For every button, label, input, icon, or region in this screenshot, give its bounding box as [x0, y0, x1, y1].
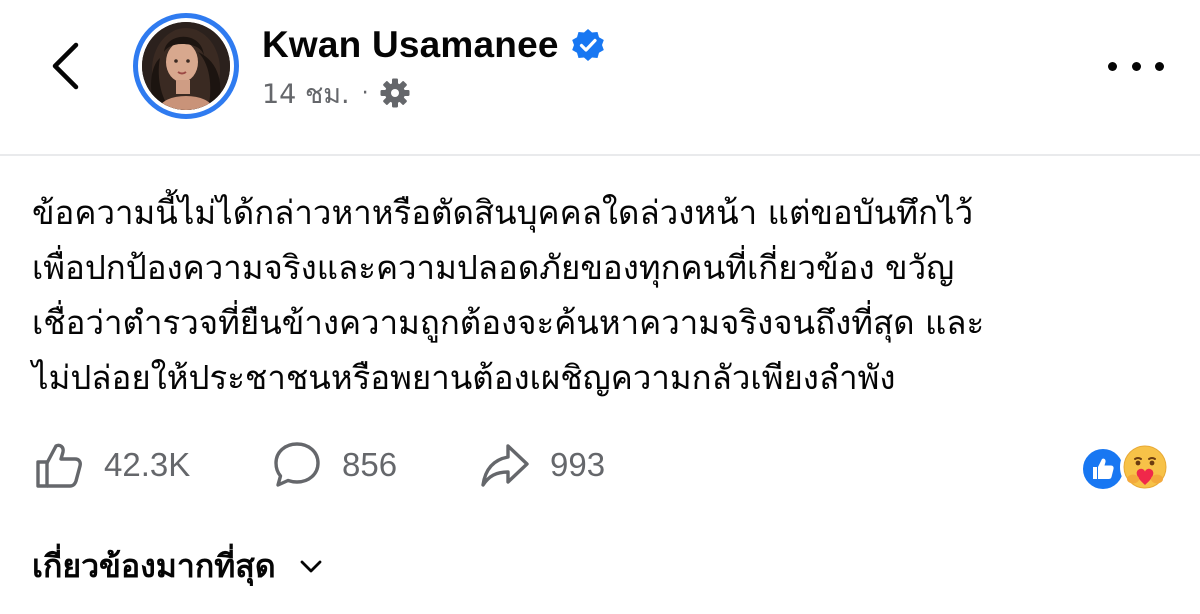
author-row: Kwan Usamanee [262, 20, 605, 70]
share-count: 993 [550, 446, 606, 483]
chevron-down-icon [300, 560, 321, 573]
post-line: เชื่อว่าตำรวจที่ยืนข้างความถูกต้องจะค้นห… [32, 303, 985, 342]
comment-sort-dropdown[interactable]: เกี่ยวข้องมากที่สุด [32, 538, 324, 594]
avatar-image [142, 22, 230, 110]
like-count: 42.3K [104, 446, 191, 483]
comment-bubble-icon [274, 442, 320, 487]
share-button[interactable]: 993 [480, 440, 605, 490]
thumbs-up-icon [36, 443, 82, 488]
verified-badge-icon [571, 29, 604, 61]
header-divider [0, 154, 1200, 156]
post-header: Kwan Usamanee 14 ชม. · [0, 0, 1200, 155]
more-options-button[interactable] [1108, 48, 1164, 84]
more-horizontal-icon [1108, 61, 1117, 71]
post-body: ข้อความนี้ไม่ได้กล่าวหาหรือตัดสินบุคคลใด… [32, 185, 1182, 405]
profile-avatar[interactable] [133, 13, 239, 119]
post-meta: 14 ชม. · [262, 72, 411, 114]
comment-sort-label: เกี่ยวข้องมากที่สุด [32, 546, 276, 585]
post-timestamp[interactable]: 14 ชม. [262, 72, 350, 115]
chevron-left-icon [52, 42, 79, 90]
author-name[interactable]: Kwan Usamanee [262, 24, 559, 66]
back-button[interactable] [40, 38, 90, 94]
care-reaction-icon [1120, 442, 1170, 492]
reaction-summary[interactable] [1080, 442, 1172, 492]
post-line: ไม่ปล่อยให้ประชาชนหรือพยานต้องเผชิญความก… [32, 358, 896, 397]
post-actions: 42.3K 856 993 [0, 430, 1200, 500]
post-line: เพื่อปกป้องความจริงและความปลอดภัยของทุกค… [32, 248, 955, 287]
meta-separator: · [361, 80, 369, 106]
post-line: ข้อความนี้ไม่ได้กล่าวหาหรือตัดสินบุคคลใด… [32, 193, 974, 232]
like-button[interactable]: 42.3K [34, 440, 190, 490]
share-arrow-icon [481, 444, 529, 487]
comment-count: 856 [342, 446, 398, 483]
gear-icon[interactable] [379, 77, 411, 109]
comment-button[interactable]: 856 [272, 440, 397, 490]
